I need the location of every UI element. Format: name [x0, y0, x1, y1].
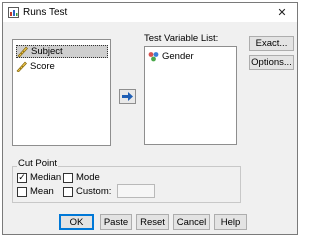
ruler-icon: [16, 61, 27, 72]
runs-test-dialog: Runs Test ✕ Subject Score Test Variable …: [2, 2, 298, 235]
close-button[interactable]: ✕: [271, 3, 293, 22]
reset-button[interactable]: Reset: [136, 214, 169, 230]
runs-test-icon: [8, 7, 19, 18]
variable-label: Score: [30, 61, 55, 72]
close-icon: ✕: [277, 7, 287, 19]
custom-checkbox[interactable]: Custom:: [63, 186, 111, 197]
mode-label: Mode: [76, 172, 100, 183]
custom-label: Custom:: [76, 186, 112, 197]
arrow-right-icon: [122, 92, 133, 101]
variable-item-score[interactable]: Score: [16, 60, 59, 73]
ok-button[interactable]: OK: [59, 214, 94, 230]
cut-point-label: Cut Point: [17, 158, 59, 169]
variable-item-subject[interactable]: Subject: [16, 45, 108, 58]
custom-value-input[interactable]: [117, 184, 155, 198]
test-variable-list[interactable]: Gender: [144, 46, 237, 145]
window-title: Runs Test: [23, 7, 68, 18]
variable-label: Subject: [31, 46, 63, 57]
checkbox-box: ✓: [17, 172, 27, 183]
options-button[interactable]: Options...: [249, 55, 294, 70]
checkbox-box: [63, 186, 73, 197]
mean-label: Mean: [30, 186, 54, 197]
nominal-variable-icon: [148, 52, 159, 62]
cancel-button[interactable]: Cancel: [173, 214, 210, 230]
test-variable-list-label-text: Test Variable List:: [144, 33, 219, 44]
checkbox-box: [17, 186, 27, 197]
variable-label: Gender: [162, 51, 194, 62]
test-variable-item-gender[interactable]: Gender: [148, 50, 198, 63]
title-bar: Runs Test ✕: [3, 3, 297, 22]
ruler-icon: [17, 46, 28, 57]
source-variable-list[interactable]: Subject Score: [12, 39, 111, 146]
median-checkbox[interactable]: ✓ Median: [17, 172, 61, 183]
test-variable-list-label: Test Variable List:: [144, 33, 218, 44]
paste-button[interactable]: Paste: [100, 214, 132, 230]
move-to-test-list-button[interactable]: [119, 89, 136, 104]
mean-checkbox[interactable]: Mean: [17, 186, 54, 197]
checkbox-box: [63, 172, 73, 183]
help-button[interactable]: Help: [214, 214, 247, 230]
exact-button[interactable]: Exact...: [249, 36, 294, 51]
median-label: Median: [30, 172, 62, 183]
mode-checkbox[interactable]: Mode: [63, 172, 100, 183]
